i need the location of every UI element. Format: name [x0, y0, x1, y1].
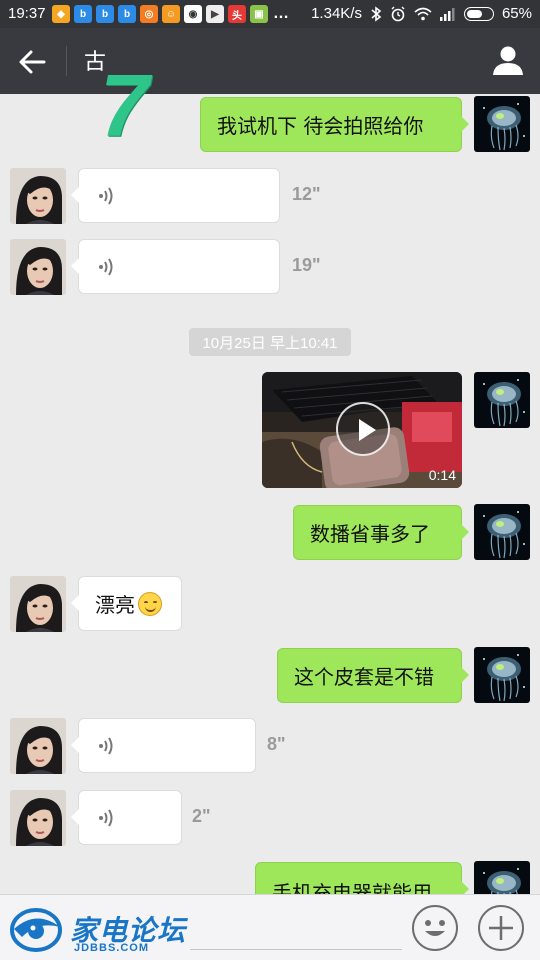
message-bubble-sent[interactable]: 我试机下 待会拍照给你 — [200, 97, 469, 152]
app-notification-icon: 头 — [228, 5, 246, 23]
contact-avatar-image — [10, 576, 66, 632]
emoji-face-icon — [425, 920, 445, 936]
message-text: 这个皮套是不错 — [294, 665, 434, 689]
message-bubble-sent[interactable]: 数播省事多了 — [293, 505, 469, 560]
back-button[interactable] — [14, 44, 50, 80]
header-divider — [66, 46, 67, 76]
time-divider: 10月25日 早上10:41 — [189, 328, 351, 356]
contact-avatar-image — [10, 718, 66, 774]
jellyfish-avatar-image — [474, 96, 530, 152]
app-notification-icon: b — [74, 5, 92, 23]
contact-avatar[interactable] — [10, 718, 66, 774]
contact-avatar[interactable] — [10, 239, 66, 295]
battery-percent: 65% — [501, 5, 532, 22]
voice-wave-icon — [99, 808, 113, 827]
contact-avatar[interactable] — [10, 576, 66, 632]
status-right: 1.34K/s 65% — [311, 5, 532, 22]
bluetooth-icon — [371, 5, 382, 22]
person-icon — [493, 46, 523, 75]
contact-avatar[interactable] — [10, 790, 66, 846]
wifi-icon — [414, 7, 432, 20]
app-notification-icon: b — [118, 5, 136, 23]
contact-avatar-image — [10, 790, 66, 846]
plus-icon — [489, 916, 513, 940]
chat-area[interactable]: 我试机下 待会拍照给你 12" 19" 10月25日 早上10:41 0:14 … — [0, 94, 540, 894]
app-notification-icon: ◆ — [52, 5, 70, 23]
more-icon: … — [273, 5, 289, 22]
contact-avatar[interactable] — [10, 168, 66, 224]
message-bubble-received[interactable]: 漂亮 — [71, 576, 182, 631]
app-notification-icon: b — [96, 5, 114, 23]
jellyfish-avatar-image — [474, 504, 530, 560]
message-bubble-sent[interactable]: 手机充电器就能用 — [255, 862, 469, 894]
app-notification-icon: ◉ — [184, 5, 202, 23]
chat-info-button[interactable] — [490, 42, 526, 78]
jellyfish-avatar-image — [474, 647, 530, 703]
my-avatar[interactable] — [474, 647, 530, 703]
my-avatar[interactable] — [474, 504, 530, 560]
network-speed: 1.34K/s — [311, 5, 362, 22]
jellyfish-avatar-image — [474, 861, 530, 894]
voice-duration: 2" — [192, 806, 211, 826]
app-notification-icon: ☺ — [162, 5, 180, 23]
contact-avatar-image — [10, 239, 66, 295]
voice-duration: 12" — [292, 184, 321, 204]
video-message[interactable]: 0:14 — [262, 372, 462, 488]
my-avatar[interactable] — [474, 96, 530, 152]
notification-icons: ◆ b b b ◎ ☺ ◉ ▶ 头 ▣ … — [52, 5, 290, 23]
forum-logo: 家电论坛 JDBBS.COM — [8, 903, 188, 955]
voice-duration: 8" — [267, 734, 286, 754]
play-button[interactable] — [336, 402, 390, 456]
contact-avatar-image — [10, 168, 66, 224]
chat-header: 古 — [0, 28, 540, 94]
voice-duration: 19" — [292, 255, 321, 275]
message-text: 漂亮 — [95, 593, 135, 617]
back-arrow-icon — [19, 50, 46, 74]
emoji-button[interactable] — [412, 905, 458, 951]
voice-message[interactable] — [71, 168, 280, 223]
voice-message[interactable] — [71, 718, 256, 773]
message-bubble-sent[interactable]: 这个皮套是不错 — [277, 648, 469, 703]
more-functions-button[interactable] — [478, 905, 524, 951]
battery-icon — [463, 6, 494, 21]
logo-subtext: JDBBS.COM — [74, 942, 150, 954]
eye-logo-icon — [10, 908, 62, 952]
message-text: 手机充电器就能用 — [272, 881, 432, 894]
input-bar: 家电论坛 JDBBS.COM — [0, 894, 540, 960]
voice-message[interactable] — [71, 790, 182, 845]
status-bar: 19:37 ◆ b b b ◎ ☺ ◉ ▶ 头 ▣ … 1.34K/s 65% — [0, 0, 540, 28]
jellyfish-avatar-image — [474, 372, 530, 428]
voice-wave-icon — [99, 257, 113, 276]
message-input[interactable] — [190, 949, 402, 950]
voice-message[interactable] — [71, 239, 280, 294]
message-text: 数播省事多了 — [310, 522, 430, 546]
status-time: 19:37 — [8, 5, 46, 22]
alarm-icon — [391, 6, 405, 21]
app-notification-icon: ▣ — [250, 5, 268, 23]
voice-wave-icon — [99, 736, 113, 755]
voice-wave-icon — [99, 186, 113, 205]
my-avatar[interactable] — [474, 861, 530, 894]
play-store-icon: ▶ — [206, 5, 224, 23]
overlay-number: 7 — [100, 56, 149, 155]
my-avatar[interactable] — [474, 372, 530, 428]
app-notification-icon: ◎ — [140, 5, 158, 23]
video-duration: 0:14 — [428, 467, 456, 483]
smile-emoji-icon — [138, 591, 162, 616]
signal-icon — [439, 7, 455, 21]
message-text: 我试机下 待会拍照给你 — [217, 114, 424, 138]
